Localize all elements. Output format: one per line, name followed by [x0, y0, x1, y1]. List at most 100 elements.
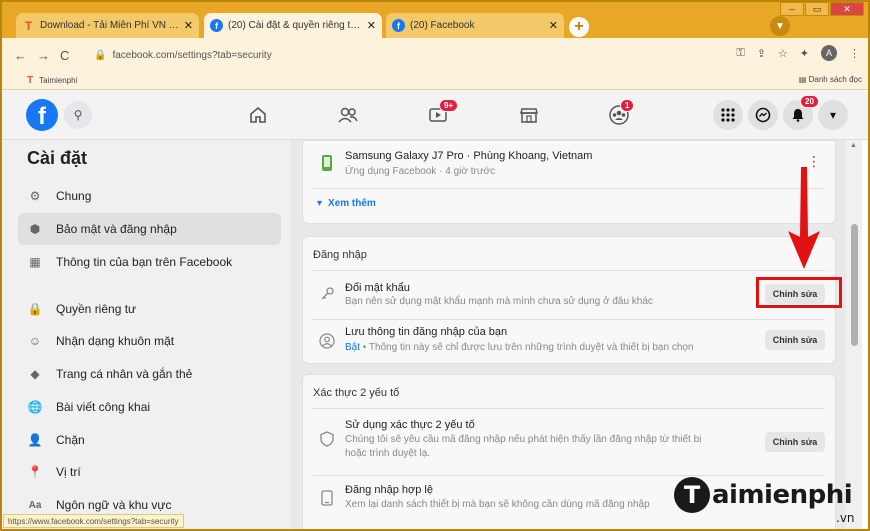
language-icon: Aa [28, 499, 42, 511]
edit-2fa-button[interactable]: Chỉnh sửa [765, 432, 825, 452]
chevron-down-icon: ▾ [317, 198, 323, 209]
tab-settings[interactable]: f (20) Cài đặt & quyền riêng tư | Fa ✕ [204, 13, 382, 38]
row-subtitle: Bật • Thông tin này sẽ chỉ được lưu trên… [345, 342, 694, 353]
sidebar-item-public-posts[interactable]: 🌐 Bài viết công khai [18, 391, 281, 423]
url-field[interactable]: 🔒 facebook.com/settings?tab=security [94, 44, 754, 66]
location-icon: 📍 [27, 465, 43, 479]
row-subtitle-line2: hoặc trình duyệt lạ. [345, 448, 431, 459]
row-subtitle: Chúng tôi sẽ yêu cầu mã đăng nhập nếu ph… [345, 434, 702, 445]
divider [313, 319, 825, 320]
new-tab-button[interactable]: + [569, 17, 589, 37]
bookmarks-bar: T Taimienphi ▤ Danh sách đọc [0, 72, 870, 90]
scroll-up-icon[interactable]: ▲ [850, 142, 857, 149]
share-icon[interactable]: ⇪ [757, 47, 766, 60]
divider [313, 188, 825, 189]
friends-icon[interactable] [334, 101, 362, 129]
groups-icon[interactable]: 1 [605, 99, 635, 129]
notifications-badge: 20 [800, 95, 819, 108]
watermark-text: aimienphi [712, 480, 853, 510]
back-icon[interactable]: ← [14, 48, 27, 63]
close-icon[interactable]: ✕ [549, 19, 558, 32]
face-icon: ☺ [28, 334, 42, 348]
sidebar-item-label: Thông tin của bạn trên Facebook [56, 255, 233, 269]
sidebar-item-privacy[interactable]: 🔒 Quyền riêng tư [18, 293, 281, 325]
scrollbar-thumb[interactable] [851, 224, 858, 346]
minimize-button[interactable]: – [780, 2, 804, 16]
sidebar-item-label: Bài viết công khai [56, 400, 151, 414]
use-2fa-row[interactable]: Sử dụng xác thực 2 yếu tố Chúng tôi sẽ y… [303, 415, 835, 469]
tab-taimienphi[interactable]: T Download - Tải Miễn Phí VN - Pr ✕ [16, 13, 199, 38]
see-more-label: Xem thêm [328, 198, 376, 209]
sidebar-item-blocking[interactable]: 👤 Chặn [18, 424, 281, 456]
row-subtitle: Xem lại danh sách thiết bị mà bạn sẽ khô… [345, 499, 650, 510]
profile-avatar[interactable]: A [821, 45, 837, 61]
tab-facebook[interactable]: f (20) Facebook ✕ [386, 13, 564, 38]
sidebar-item-label: Trang cá nhân và gắn thẻ [56, 367, 193, 381]
device-meta: Ứng dụng Facebook · 4 giờ trước [345, 166, 496, 177]
star-icon[interactable]: ☆ [778, 47, 788, 60]
maximize-button[interactable]: ▭ [805, 2, 829, 16]
watermark-tld: .vn [836, 511, 855, 525]
sidebar-item-label: Quyền riêng tư [56, 302, 137, 316]
device-name: Samsung Galaxy J7 Pro · Phùng Khoang, Vi… [345, 150, 593, 162]
facebook-top-nav: f ⚲ 9+ 1 20 ▾ [0, 90, 870, 140]
sidebar-item-security[interactable]: ⬢ Bảo mật và đăng nhập [18, 213, 281, 245]
tab-title: (20) Cài đặt & quyền riêng tư | Fa [228, 20, 362, 31]
facebook-logo[interactable]: f [26, 99, 58, 131]
sidebar-item-profile-tagging[interactable]: ◆ Trang cá nhân và gắn thẻ [18, 358, 281, 390]
tab-search-button[interactable]: ▼ [770, 16, 790, 36]
red-arrow-annotation [788, 167, 820, 269]
sidebar-item-location[interactable]: 📍 Vị trí [18, 456, 281, 488]
browser-tab-bar: T Download - Tải Miễn Phí VN - Pr ✕ f (2… [0, 0, 870, 38]
notifications-bell-icon[interactable]: 20 [783, 95, 819, 130]
row-title: Lưu thông tin đăng nhập của bạn [345, 326, 508, 338]
search-icon[interactable]: ⚲ [64, 101, 92, 129]
sidebar-item-face-recognition[interactable]: ☺ Nhận dạng khuôn mặt [18, 325, 281, 357]
sidebar-item-label: Chung [56, 189, 92, 203]
user-circle-icon [317, 331, 337, 351]
divider [313, 270, 825, 271]
forward-icon[interactable]: → [37, 48, 50, 63]
key-icon [317, 284, 337, 304]
close-icon[interactable]: ✕ [184, 19, 193, 32]
tab-title: Download - Tải Miễn Phí VN - Pr [40, 20, 179, 31]
sidebar-item-your-info[interactable]: ▦ Thông tin của bạn trên Facebook [18, 246, 281, 278]
facebook-favicon: f [392, 19, 405, 32]
close-icon[interactable]: ✕ [367, 19, 376, 32]
menu-icon[interactable]: ⋮ [849, 47, 860, 60]
watch-icon[interactable]: 9+ [424, 99, 459, 129]
content-scrollbar[interactable]: ▲ [846, 140, 862, 531]
address-bar: ← → C 🔒 facebook.com/settings?tab=securi… [0, 38, 870, 72]
divider [313, 408, 825, 409]
row-title: Đổi mật khẩu [345, 282, 410, 294]
bookmark-taimienphi[interactable]: Taimienphi [39, 76, 77, 85]
edit-save-login-button[interactable]: Chỉnh sửa [765, 330, 825, 350]
menu-grid-icon[interactable] [713, 100, 743, 130]
lock-icon: 🔒 [94, 49, 107, 61]
facebook-favicon: f [210, 19, 223, 32]
tab-title: (20) Facebook [410, 20, 475, 31]
status-on-link[interactable]: Bật [345, 342, 360, 353]
key-icon[interactable]: ⚿ [736, 47, 744, 60]
watch-badge: 9+ [439, 99, 459, 112]
device-icon [317, 488, 337, 508]
marketplace-icon[interactable] [515, 101, 543, 129]
section-title: Xác thực 2 yếu tố [313, 387, 400, 399]
sidebar-item-label: Nhận dạng khuôn mặt [56, 334, 175, 348]
reload-icon[interactable]: C [60, 48, 69, 63]
browser-toolbar: ⚿ ⇪ ☆ ✦ A ⋮ [736, 45, 860, 61]
row-title: Sử dụng xác thực 2 yếu tố [345, 419, 475, 431]
active-sessions-card: Samsung Galaxy J7 Pro · Phùng Khoang, Vi… [302, 140, 836, 224]
messenger-icon[interactable] [748, 100, 778, 130]
reading-list-button[interactable]: ▤ Danh sách đọc [799, 75, 862, 84]
extensions-icon[interactable]: ✦ [800, 47, 809, 60]
settings-sidebar: Cài đặt ⚙ Chung ⬢ Bảo mật và đăng nhập ▦… [0, 140, 290, 531]
sidebar-item-general[interactable]: ⚙ Chung [18, 180, 281, 212]
tag-icon: ◆ [30, 367, 40, 381]
close-window-button[interactable]: ✕ [830, 2, 864, 16]
save-login-row[interactable]: Lưu thông tin đăng nhập của bạn Bật • Th… [303, 323, 835, 361]
sidebar-item-label: Ngôn ngữ và khu vực [56, 498, 172, 512]
see-more-link[interactable]: ▾ Xem thêm [317, 198, 376, 209]
home-icon[interactable] [244, 101, 272, 129]
account-menu-button[interactable]: ▾ [818, 100, 848, 130]
